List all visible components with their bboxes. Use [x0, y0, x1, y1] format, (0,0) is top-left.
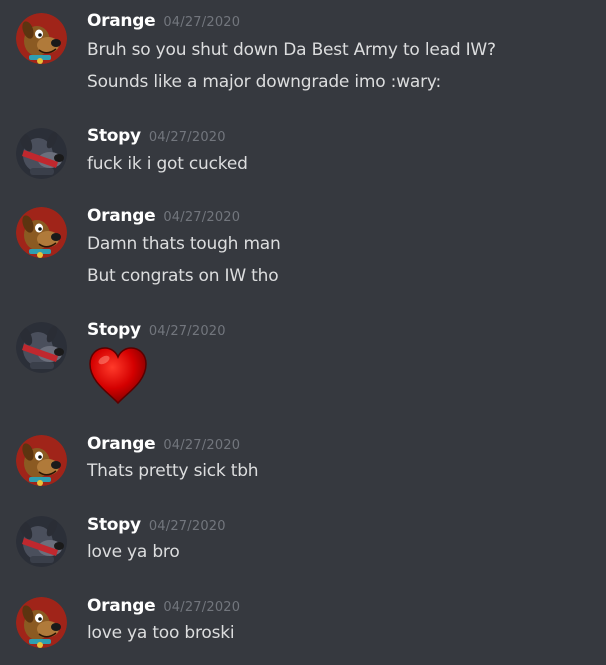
scooby-doo-avatar[interactable] — [16, 207, 67, 258]
stopy-avatar-icon — [16, 128, 67, 179]
message-header: Stopy 04/27/2020 — [87, 515, 226, 539]
stopy-avatar[interactable] — [16, 128, 67, 179]
heart-emoji[interactable] — [87, 345, 149, 405]
stopy-avatar[interactable] — [16, 322, 67, 373]
username[interactable]: Stopy — [87, 515, 141, 535]
username[interactable]: Stopy — [87, 320, 141, 340]
username[interactable]: Orange — [87, 596, 156, 616]
stopy-avatar-icon — [16, 516, 67, 567]
timestamp: 04/27/2020 — [148, 130, 226, 145]
username[interactable]: Orange — [87, 11, 156, 31]
message-text: fuck ik i got cucked — [87, 154, 248, 174]
message-header: Stopy 04/27/2020 — [87, 126, 226, 150]
message-text: Bruh so you shut down Da Best Army to le… — [87, 40, 496, 60]
timestamp: 04/27/2020 — [163, 15, 241, 30]
message-text: But congrats on IW tho — [87, 266, 279, 286]
timestamp: 04/27/2020 — [148, 519, 226, 534]
timestamp: 04/27/2020 — [163, 210, 241, 225]
scooby-doo-icon — [16, 597, 67, 648]
message-text: Sounds like a major downgrade imo :wary: — [87, 72, 442, 92]
username[interactable]: Orange — [87, 206, 156, 226]
scooby-doo-avatar[interactable] — [16, 13, 67, 64]
stopy-avatar-icon — [16, 322, 67, 373]
timestamp: 04/27/2020 — [163, 438, 241, 453]
message-header: Orange 04/27/2020 — [87, 596, 240, 620]
message-text: Thats pretty sick tbh — [87, 461, 259, 481]
message-text: love ya too broski — [87, 623, 235, 643]
timestamp: 04/27/2020 — [148, 324, 226, 339]
timestamp: 04/27/2020 — [163, 600, 241, 615]
scooby-doo-icon — [16, 435, 67, 486]
message-header: Orange 04/27/2020 — [87, 206, 240, 230]
message-header: Stopy 04/27/2020 — [87, 320, 226, 344]
scooby-doo-icon — [16, 207, 67, 258]
scooby-doo-icon — [16, 13, 67, 64]
username[interactable]: Orange — [87, 434, 156, 454]
message-header: Orange 04/27/2020 — [87, 434, 240, 458]
scooby-doo-avatar[interactable] — [16, 597, 67, 648]
message-text: Damn thats tough man — [87, 234, 281, 254]
message-text: love ya bro — [87, 542, 180, 562]
username[interactable]: Stopy — [87, 126, 141, 146]
message-header: Orange 04/27/2020 — [87, 11, 240, 35]
stopy-avatar[interactable] — [16, 516, 67, 567]
scooby-doo-avatar[interactable] — [16, 435, 67, 486]
